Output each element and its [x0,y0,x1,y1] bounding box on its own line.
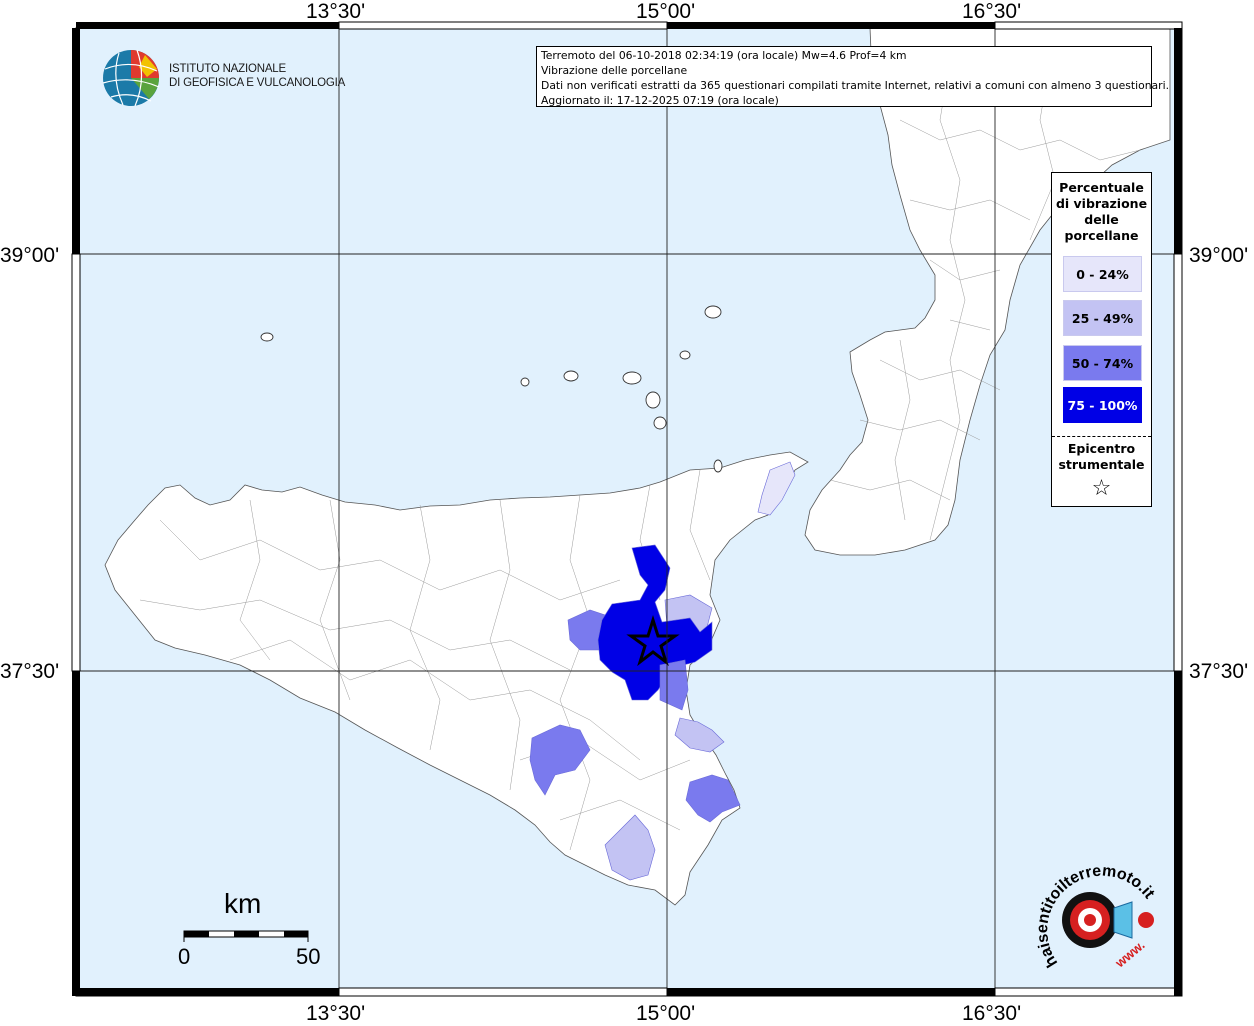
lon-label-top-3: 16°30' [962,0,1022,23]
scale-min-label: 0 [178,944,191,969]
lat-label-left-1: 39°00' [0,244,60,267]
legend-title-line: porcellane [1064,228,1139,243]
legend-title-line: delle [1084,212,1119,227]
lon-label-top-1: 13°30' [306,0,366,23]
legend-title-line: di vibrazione [1055,196,1148,211]
map-parameter: Vibrazione delle porcellane [541,64,688,77]
update-time: Aggiornato il: 17-12-2025 07:19 (ora loc… [541,94,779,107]
scale-max-label: 50 [296,944,321,969]
legend-title-line: Percentuale [1059,180,1144,195]
legend-epicenter-line: Epicentro [1067,441,1136,456]
legend-class-25-49: 25 - 49% [1063,300,1142,336]
legend-star-icon: ☆ [1091,476,1112,501]
lat-label-right-2: 37°30' [1189,660,1249,683]
ingv-logo: ISTITUTO NAZIONALE DI GEOFISICA E VULCAN… [101,47,345,109]
hai-sentito-www: www. [1112,937,1148,971]
legend-epicenter-label: Epicentro strumentale [1052,441,1151,473]
ingv-globe-icon [102,49,160,107]
lon-label-bottom-1: 13°30' [306,1002,366,1025]
event-title: Terremoto del 06-10-2018 02:34:19 (ora l… [541,49,907,62]
ingv-name-line2: DI GEOFISICA E VULCANOLOGIA [169,77,346,89]
lon-label-bottom-3: 16°30' [962,1002,1022,1025]
lon-label-bottom-2: 15°00' [636,1002,696,1025]
lat-label-left-2: 37°30' [0,660,60,683]
legend-class-50-74: 50 - 74% [1063,345,1142,381]
legend-title: Percentuale di vibrazione delle porcella… [1052,173,1151,244]
legend-class-0-24: 0 - 24% [1063,256,1142,292]
legend: Percentuale di vibrazione delle porcella… [1051,172,1152,507]
legend-class-75-100: 75 - 100% [1063,387,1142,423]
legend-epicenter-line: strumentale [1058,457,1145,472]
scale-unit: km [224,888,262,919]
legend-separator [1052,436,1151,437]
hai-sentito-logo: haisentitoilterremoto.it www. [1028,858,1178,983]
lon-label-top-2: 15°00' [636,0,696,23]
lat-label-right-1: 39°00' [1189,244,1249,267]
hai-sentito-logo-icon: haisentitoilterremoto.it www. [1034,862,1158,971]
data-note: Dati non verificati estratti da 365 ques… [541,79,1170,92]
event-info-box: Terremoto del 06-10-2018 02:34:19 (ora l… [536,46,1170,107]
ingv-name-line1: ISTITUTO NAZIONALE [169,63,286,75]
